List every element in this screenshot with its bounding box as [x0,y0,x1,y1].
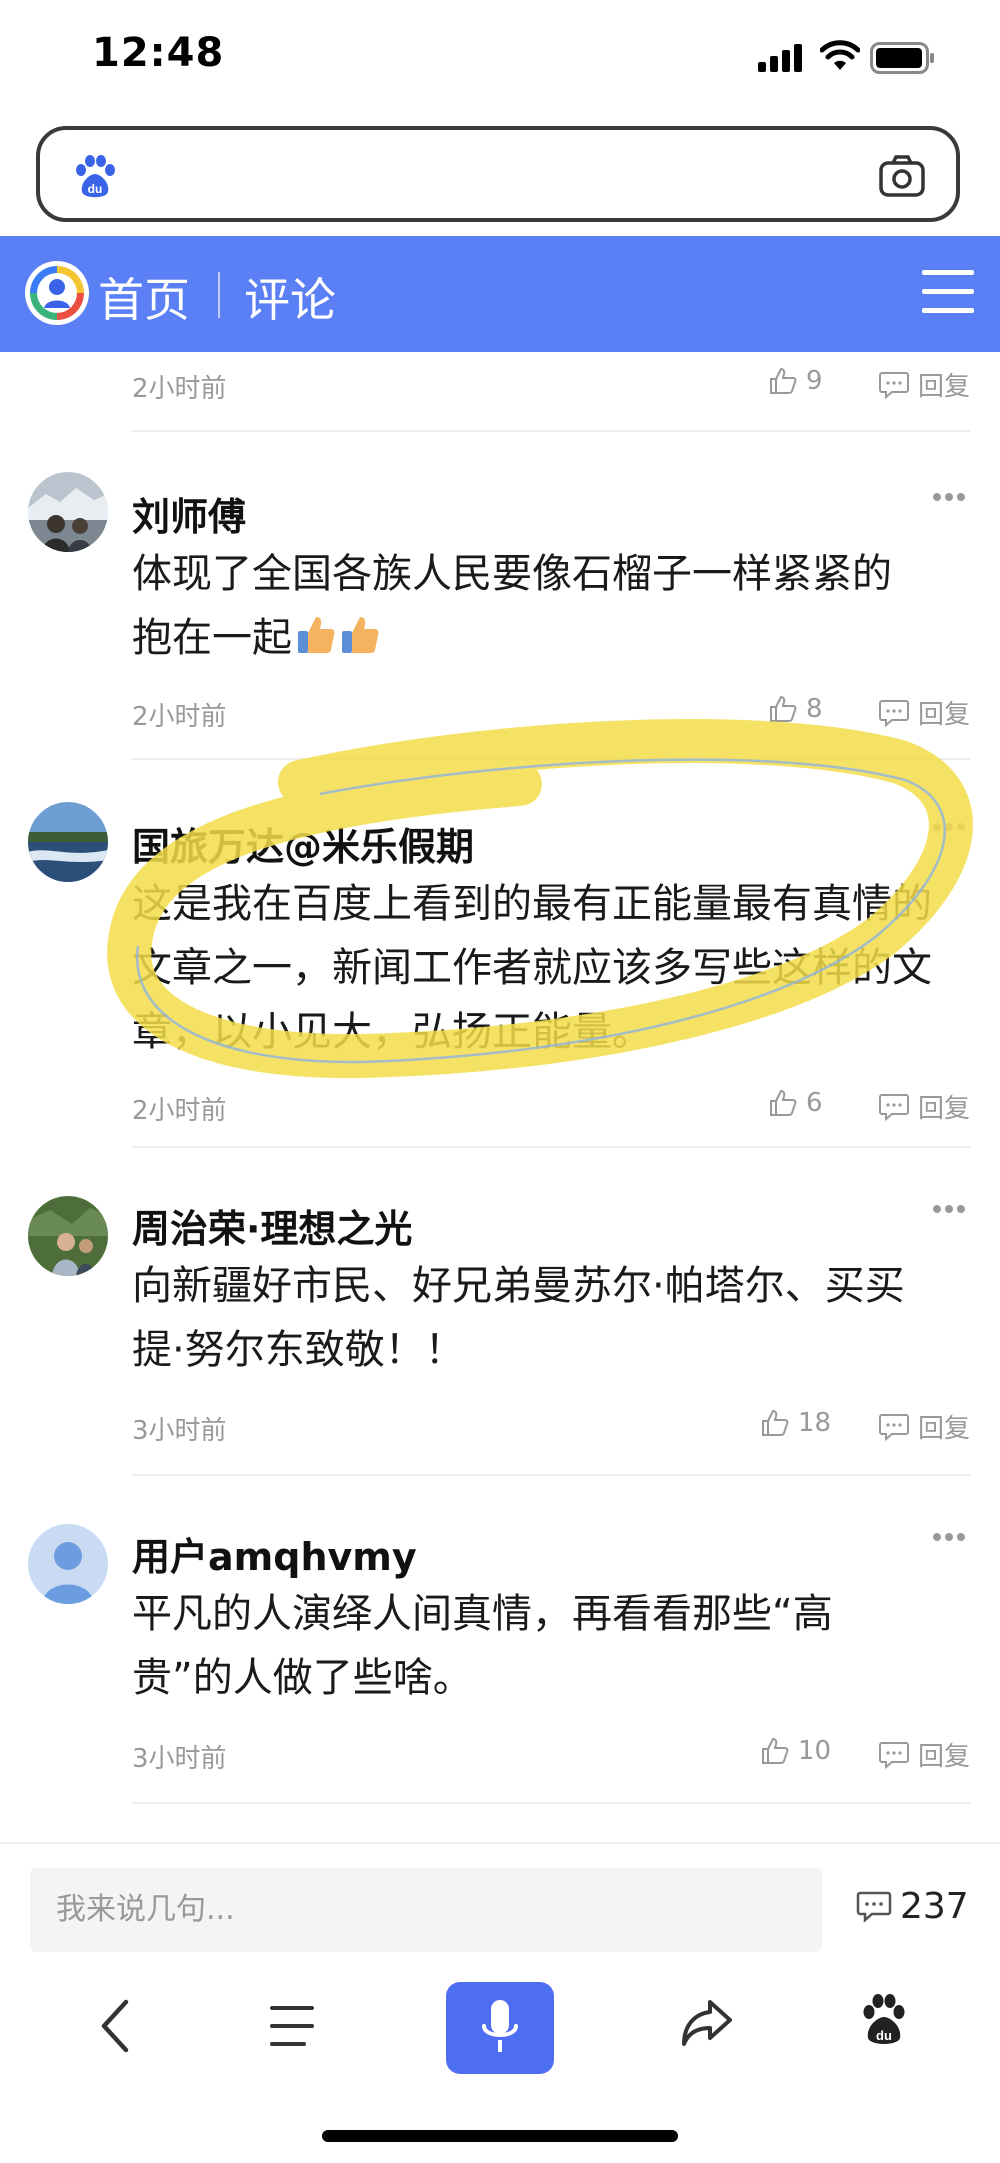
comment-time: 3小时前 [132,1416,227,1446]
avatar[interactable] [28,472,108,552]
avatar[interactable] [28,1524,108,1604]
comment-text: 向新疆好市民、好兄弟曼苏尔·帕塔尔、买买提·努尔东致敬！！ [132,1263,905,1373]
comment-bubble-icon [856,1891,892,1923]
more-icon[interactable] [932,1204,966,1214]
home-indicator [322,2130,678,2142]
thumbs-up-emoji-icon [298,617,335,653]
status-bar: 12:48 [0,0,1000,120]
battery-icon [870,42,934,74]
baidu-news-logo-icon[interactable] [24,260,90,326]
camera-icon[interactable] [878,154,926,198]
more-icon[interactable] [932,1532,966,1542]
comment-time: 2小时前 [132,702,227,732]
reply-button[interactable]: 回复 [878,1736,970,1773]
comment-text: 体现了全国各族人民要像石榴子一样紧紧的抱在一起 [132,551,892,661]
thumbs-up-icon [762,1409,789,1436]
bottom-toolbar: du [0,1974,1000,2104]
like-count: 8 [806,694,823,724]
svg-text:du: du [88,182,103,196]
thumbs-up-icon [770,367,797,394]
status-time: 12:48 [92,30,225,76]
comment-input[interactable]: 我来说几句... [30,1868,822,1952]
comment-separator [132,1474,970,1476]
comments-list: 2小时前 9 回复 刘师傅 体现了全国各族人民要像石榴子一样紧紧的抱在一起 2小… [0,352,1000,1842]
menu-icon[interactable] [922,268,974,316]
comment-text: 这是我在百度上看到的最有正能量最有真情的文章之一，新闻工作者就应该多写些这样的文… [132,881,932,1055]
like-count: 18 [798,1408,832,1438]
wifi-icon [820,40,860,70]
reply-button[interactable]: 回复 [878,1408,970,1445]
like-button[interactable]: 9 [768,366,823,396]
reply-button[interactable]: 回复 [878,694,970,731]
nav-divider [218,272,220,318]
microphone-icon [482,2000,518,2052]
comment-separator [132,430,970,432]
reply-label: 回复 [917,1414,970,1444]
share-icon[interactable] [680,1998,734,2050]
comment-username[interactable]: 国旅万达@米乐假期 [132,816,474,871]
like-count: 10 [798,1736,832,1766]
thumbs-up-icon [770,1089,797,1116]
like-count: 6 [806,1088,823,1118]
comment-username[interactable]: 刘师傅 [132,486,246,541]
nav-comments-title: 评论 [244,273,336,327]
comment-input-bar: 我来说几句... 237 [0,1842,1000,1974]
comment-text: 平凡的人演绎人间真情，再看看那些“高贵”的人做了些啥。 [132,1591,833,1701]
reply-label: 回复 [917,1742,970,1772]
comment-username[interactable]: 周治荣·理想之光 [132,1198,412,1253]
more-icon[interactable] [932,822,966,832]
comment-time: 2小时前 [132,374,227,404]
reply-button[interactable]: 回复 [878,366,970,403]
nav-home-link[interactable]: 首页 [98,264,190,330]
reply-bubble-icon [878,1741,909,1769]
nav-header: 首页 评论 [0,236,1000,352]
comment-separator [132,758,970,760]
reply-button[interactable]: 回复 [878,1088,970,1125]
reply-label: 回复 [917,372,970,402]
like-count: 9 [806,366,823,396]
comment-time: 2小时前 [132,1096,227,1126]
avatar[interactable] [28,802,108,882]
baidu-paw-icon: du [76,155,115,198]
like-button[interactable]: 18 [760,1408,831,1438]
comment-username[interactable]: 用户amqhvmy [132,1526,417,1581]
reply-bubble-icon [878,1093,909,1121]
baidu-paw-icon[interactable]: du [858,1992,910,2048]
reply-label: 回复 [917,1094,970,1124]
signal-icon [758,44,802,72]
comment-count-button[interactable]: 237 [856,1886,969,1927]
thumbs-up-emoji-icon [342,617,379,653]
reply-bubble-icon [878,699,909,727]
reply-bubble-icon [878,371,909,399]
thumbs-up-icon [770,695,797,722]
comment-separator [132,1146,970,1148]
more-icon[interactable] [932,492,966,502]
search-bar[interactable]: du [36,126,960,222]
comment-time: 3小时前 [132,1744,227,1774]
comment-separator [132,1802,970,1804]
reply-label: 回复 [917,700,970,730]
back-icon[interactable] [96,1996,132,2056]
avatar[interactable] [28,1196,108,1276]
thumbs-up-icon [762,1737,789,1764]
svg-text:du: du [876,2028,892,2043]
like-button[interactable]: 6 [768,1088,823,1118]
comment-count: 237 [900,1886,969,1927]
list-icon[interactable] [270,2004,318,2048]
like-button[interactable]: 10 [760,1736,831,1766]
like-button[interactable]: 8 [768,694,823,724]
reply-bubble-icon [878,1413,909,1441]
voice-search-button[interactable] [446,1982,554,2074]
